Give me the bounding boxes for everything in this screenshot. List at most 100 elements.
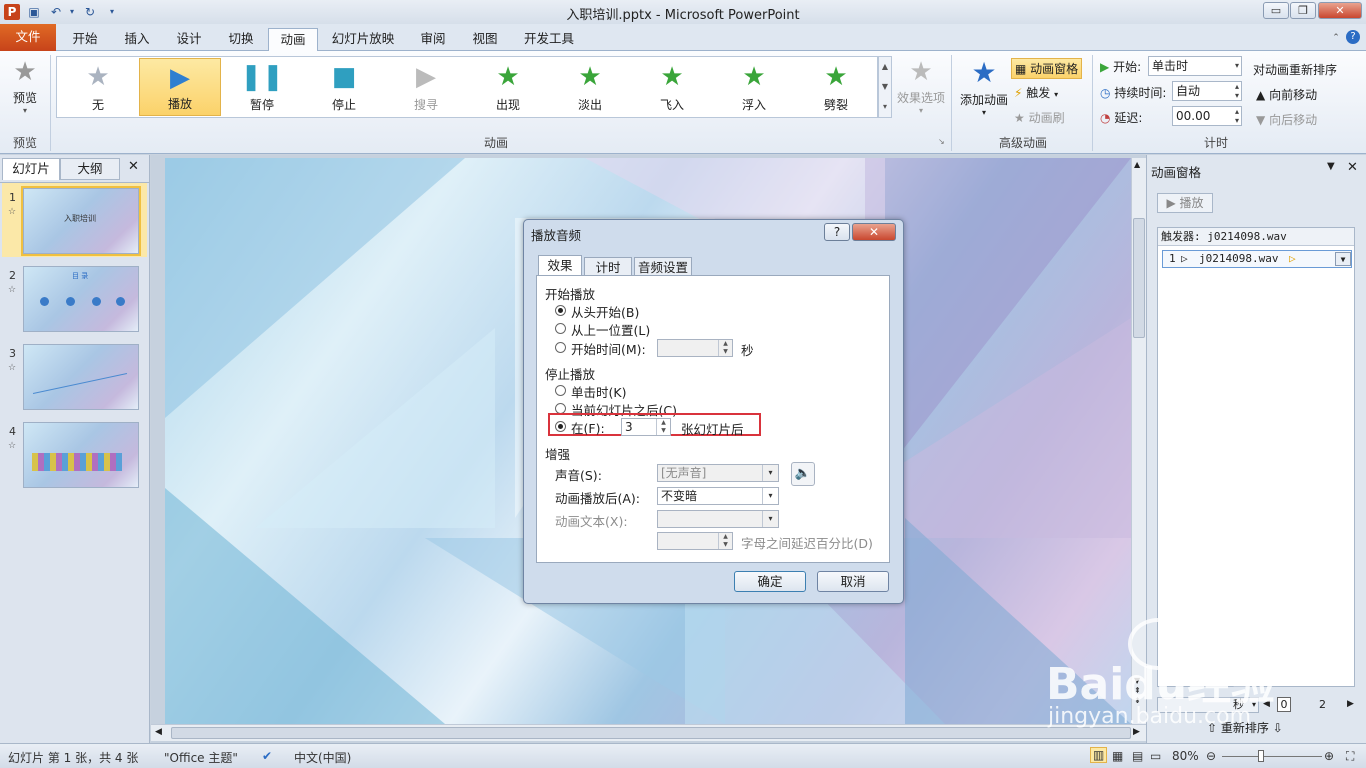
tab-view[interactable]: 视图 [460, 28, 510, 51]
pane-menu-icon[interactable]: ▼ [1327, 161, 1335, 172]
anim-label: 播放 [167, 97, 192, 111]
radio-on-click[interactable] [555, 385, 566, 396]
slide-thumbnail-4[interactable] [23, 422, 139, 488]
minimize-ribbon-icon[interactable]: ⌃ [1328, 30, 1344, 46]
move-earlier-button[interactable]: ▲ 向前移动 [1256, 86, 1317, 103]
theme-name[interactable]: "Office 主题" [164, 749, 238, 766]
tab-design[interactable]: 设计 [164, 28, 214, 51]
duration-field[interactable]: 自动 ▴ ▾ [1172, 81, 1242, 101]
radio-after-slides[interactable] [555, 421, 566, 432]
sound-select[interactable]: [无声音] ▾ [657, 464, 779, 482]
tab-outline[interactable]: 大纲 [60, 158, 120, 180]
anim-label: 暂停 [249, 98, 274, 112]
after-slides-unit: 张幻灯片后 [681, 422, 744, 437]
tab-developer[interactable]: 开发工具 [514, 28, 584, 51]
anim-label: 无 [91, 98, 104, 112]
animation-painter-button[interactable]: ★ 动画刷 [1014, 109, 1065, 126]
tab-insert[interactable]: 插入 [112, 28, 162, 51]
play-audio-dialog: 播放音频 ? ✕ 效果 计时 音频设置 开始播放 从头开始(B) 从上一位置(L… [523, 219, 904, 604]
zoom-in-icon[interactable]: ⊕ [1324, 749, 1334, 763]
zoom-slider[interactable] [1222, 756, 1322, 757]
anim-none[interactable]: ★ 无 [57, 58, 139, 116]
window-title: 入职培训.pptx - Microsoft PowerPoint [566, 8, 800, 23]
spellcheck-icon[interactable]: ✔ [262, 749, 272, 763]
slide-thumbnail-1[interactable]: 入职培训 [21, 186, 141, 256]
tab-review[interactable]: 审阅 [408, 28, 458, 51]
slide-thumbnail-2[interactable]: 目 录 [23, 266, 139, 332]
slide-thumbnail-3[interactable] [23, 344, 139, 410]
scroll-up-icon[interactable]: ▲ [1134, 160, 1140, 169]
scroll-left-icon[interactable]: ◀ [155, 727, 162, 737]
anim-split[interactable]: ★ 劈裂 [795, 58, 877, 116]
minimize-button[interactable]: ▭ [1263, 2, 1289, 19]
anim-fade[interactable]: ★ 淡出 [549, 58, 631, 116]
ok-button[interactable]: 确定 [734, 571, 806, 592]
zoom-level[interactable]: 80% [1172, 749, 1199, 763]
letter-delay-field[interactable]: ▲ ▼ [657, 532, 733, 550]
after-animation-select[interactable]: 不变暗 ▾ [657, 487, 779, 505]
tab-file[interactable]: 文件 [0, 24, 56, 51]
tab-transitions[interactable]: 切换 [216, 28, 266, 51]
radio-start-time[interactable] [555, 342, 566, 353]
tab-slideshow[interactable]: 幻灯片放映 [322, 28, 404, 51]
help-icon[interactable]: ? [1346, 30, 1360, 44]
cancel-button[interactable]: 取消 [817, 571, 889, 592]
move-later-button[interactable]: ▼ 向后移动 [1256, 111, 1317, 128]
scroll-thumb[interactable] [1133, 218, 1145, 338]
language[interactable]: 中文(中国) [294, 749, 351, 766]
anim-appear[interactable]: ★ 出现 [467, 58, 549, 116]
normal-view-icon[interactable]: ▥ [1090, 747, 1108, 763]
gallery-scroll[interactable]: ▲ ▼ ▾ [878, 56, 892, 118]
add-star-icon: ★ [971, 56, 997, 89]
animation-pane-button[interactable]: ▦ 动画窗格 [1011, 58, 1083, 79]
radio-from-beginning[interactable] [555, 305, 566, 316]
sorter-view-icon[interactable]: ▦ [1112, 749, 1123, 763]
add-animation-button[interactable]: ★ 添加动画 ▾ [957, 55, 1011, 121]
fit-window-icon[interactable]: ⛶ [1346, 749, 1354, 764]
animate-text-select[interactable]: ▾ [657, 510, 779, 528]
delay-field[interactable]: 00.00 ▴ ▾ [1172, 106, 1242, 126]
restore-button[interactable]: ❐ [1290, 2, 1316, 19]
dialog-help-button[interactable]: ? [824, 223, 850, 241]
hscroll-thumb[interactable] [171, 727, 1131, 739]
start-time-field[interactable]: ▲ ▼ [657, 339, 733, 357]
reading-view-icon[interactable]: ▤ [1132, 749, 1143, 763]
item-number: 1 [1169, 252, 1176, 265]
animation-item[interactable]: 1 ▷ j0214098.wav ▷ ▼ [1162, 250, 1352, 268]
anim-label: 出现 [495, 98, 520, 112]
dialog-launcher-icon[interactable]: ↘ [938, 137, 945, 146]
zoom-thumb[interactable] [1258, 750, 1264, 762]
radio-from-last-position[interactable] [555, 323, 566, 334]
delay-icon: ◔ [1100, 111, 1111, 125]
up-arrow-icon: ▲ [1256, 88, 1266, 102]
anim-stop[interactable]: ■ 停止 [303, 58, 385, 116]
anim-play[interactable]: ▶ 播放 [139, 58, 221, 116]
tab-home[interactable]: 开始 [60, 28, 110, 51]
anim-float-in[interactable]: ★ 浮入 [713, 58, 795, 116]
zoom-out-icon[interactable]: ⊖ [1206, 749, 1216, 763]
anim-fly-in[interactable]: ★ 飞入 [631, 58, 713, 116]
dialog-content: 开始播放 从头开始(B) 从上一位置(L) 开始时间(M): ▲ ▼ 秒 停止播放… [536, 275, 890, 563]
tab-slides[interactable]: 幻灯片 [2, 158, 60, 180]
anim-label: 飞入 [659, 98, 684, 112]
close-button[interactable]: ✕ [1318, 2, 1362, 19]
timeline-marker-icon: ▷ [1289, 252, 1296, 265]
anim-play-button[interactable]: ▶ 播放 [1157, 193, 1213, 213]
anim-pause[interactable]: ❚❚ 暂停 [221, 58, 303, 116]
trigger-button[interactable]: ⚡ 触发 ▾ [1014, 84, 1058, 101]
clock-icon: ◷ [1100, 86, 1111, 100]
after-slides-count-field[interactable]: 3 ▲ ▼ [621, 418, 671, 436]
preview-button[interactable]: ★ 预览 ▾ [4, 55, 46, 121]
dialog-close-button[interactable]: ✕ [852, 223, 896, 241]
anim-seek[interactable]: ▶ 搜寻 [385, 58, 467, 116]
close-pane-icon[interactable]: ✕ [128, 159, 139, 174]
horizontal-scrollbar[interactable]: ◀ ▶ [151, 724, 1146, 741]
pane-close-icon[interactable]: ✕ [1347, 160, 1358, 175]
speaker-icon[interactable]: 🔈 [791, 462, 815, 486]
timeline-right-icon[interactable]: ▶ [1347, 699, 1354, 709]
tab-animations[interactable]: 动画 [268, 28, 318, 51]
start-select[interactable]: 单击时 ▾ [1148, 56, 1242, 76]
item-dropdown-icon[interactable]: ▼ [1335, 252, 1351, 266]
slideshow-view-icon[interactable]: ▭ [1150, 749, 1161, 763]
effect-options-button[interactable]: ★ 效果选项 ▾ [896, 55, 946, 121]
